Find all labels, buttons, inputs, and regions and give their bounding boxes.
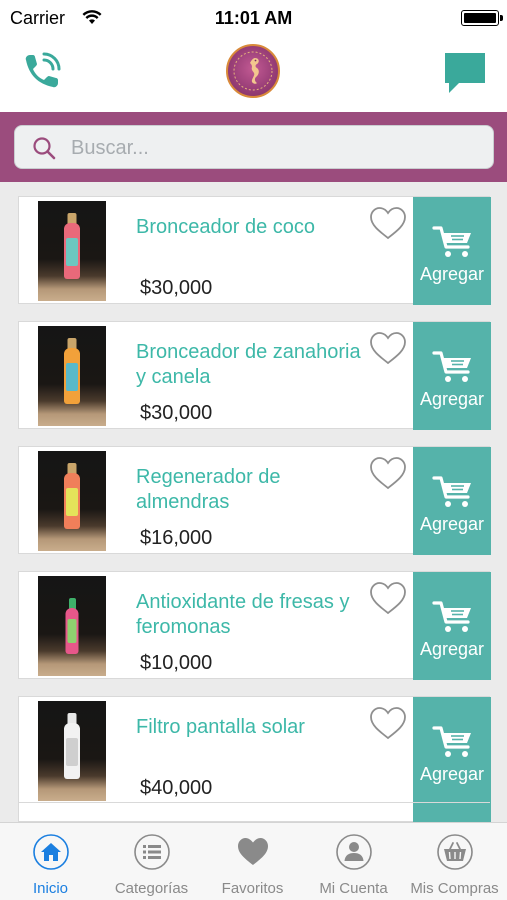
- product-name[interactable]: Bronceador de zanahoria y canela: [136, 340, 364, 390]
- bottle-image: [64, 713, 80, 779]
- tab-favoritos[interactable]: Favoritos: [202, 823, 303, 900]
- add-to-cart-button[interactable]: Agregar: [413, 197, 491, 305]
- search-icon: [33, 137, 56, 160]
- add-to-cart-button[interactable]: Agregar: [413, 572, 491, 680]
- search-input[interactable]: [71, 132, 471, 164]
- favorite-heart-icon[interactable]: [368, 455, 408, 491]
- user-icon: [336, 834, 372, 870]
- cart-icon: [432, 225, 474, 264]
- product-price: $16,000: [140, 527, 213, 549]
- tab-label: Favoritos: [221, 880, 284, 897]
- chat-button[interactable]: [441, 48, 489, 96]
- add-to-cart-label: Agregar: [419, 389, 485, 409]
- product-price: $30,000: [140, 277, 213, 299]
- basket-icon: [437, 834, 473, 870]
- home-icon: [33, 834, 69, 870]
- bottle-image: [64, 213, 80, 279]
- product-card[interactable]: Bronceador de coco $30,000 Agregar: [18, 196, 491, 305]
- favorite-heart-icon[interactable]: [368, 705, 408, 741]
- tab-label: Mi Cuenta: [319, 880, 388, 897]
- partial-product-card: [18, 802, 491, 822]
- list-icon: [134, 834, 170, 870]
- bottle-image: [65, 598, 79, 654]
- add-to-cart-label: Agregar: [419, 764, 485, 784]
- product-name[interactable]: Filtro pantalla solar: [136, 715, 364, 740]
- cart-icon: [432, 475, 474, 514]
- chat-bubble-icon: [445, 53, 485, 93]
- favorite-heart-icon[interactable]: [368, 580, 408, 616]
- tab-mi-cuenta[interactable]: Mi Cuenta: [303, 823, 404, 900]
- add-to-cart-button[interactable]: Agregar: [413, 322, 491, 430]
- product-image: [38, 201, 106, 301]
- product-image: [38, 326, 106, 426]
- cart-icon: [432, 350, 474, 389]
- tab-mis-compras[interactable]: Mis Compras: [404, 823, 505, 900]
- product-card[interactable]: Antioxidante de fresas y feromonas $10,00…: [18, 571, 491, 680]
- product-list[interactable]: Bronceador de coco $30,000 Agregar Broncead…: [0, 182, 507, 822]
- product-price: $30,000: [140, 402, 213, 424]
- add-to-cart-label: Agregar: [419, 514, 485, 534]
- product-name[interactable]: Regenerador de almendras: [136, 465, 364, 515]
- add-to-cart-button[interactable]: Agregar: [413, 447, 491, 555]
- product-card[interactable]: Filtro pantalla solar $40,000 Agregar: [18, 696, 491, 805]
- product-card[interactable]: Bronceador de zanahoria y canela $30,000 A…: [18, 321, 491, 430]
- search-box[interactable]: [14, 125, 494, 169]
- tab-categorias[interactable]: Categorías: [101, 823, 202, 900]
- product-name[interactable]: Bronceador de coco: [136, 215, 364, 240]
- favorite-heart-icon[interactable]: [368, 330, 408, 366]
- tab-bar: Inicio Categorías Favoritos Mi Cuenta Mi…: [0, 822, 507, 900]
- battery-icon: [461, 10, 503, 26]
- cart-icon: [432, 725, 474, 764]
- product-price: $10,000: [140, 652, 213, 674]
- add-to-cart-label: Agregar: [419, 639, 485, 659]
- heart-icon: [238, 838, 268, 865]
- product-name[interactable]: Antioxidante de fresas y feromonas: [136, 590, 364, 640]
- app-header: [0, 36, 507, 112]
- call-button[interactable]: [18, 50, 66, 94]
- brand-logo: [226, 44, 280, 98]
- tab-label: Mis Compras: [410, 880, 499, 897]
- search-band: [0, 112, 507, 182]
- product-card[interactable]: Regenerador de almendras $16,000 Agregar: [18, 446, 491, 555]
- product-price: $40,000: [140, 777, 213, 799]
- tab-label: Categorías: [114, 880, 189, 897]
- bottle-image: [64, 338, 80, 404]
- add-to-cart-label: Agregar: [419, 264, 485, 284]
- seahorse-logo-icon: [233, 51, 273, 91]
- product-image: [38, 576, 106, 676]
- add-to-cart-button[interactable]: Agregar: [413, 697, 491, 805]
- product-image: [38, 451, 106, 551]
- cart-icon: [432, 600, 474, 639]
- status-bar: Carrier 11:01 AM: [0, 0, 507, 36]
- bottle-image: [64, 463, 80, 529]
- phone-icon: [25, 52, 61, 88]
- tab-inicio[interactable]: Inicio: [0, 823, 101, 900]
- favorite-heart-icon[interactable]: [368, 205, 408, 241]
- clock: 11:01 AM: [214, 8, 293, 28]
- product-image: [38, 701, 106, 801]
- tab-label: Inicio: [32, 880, 69, 897]
